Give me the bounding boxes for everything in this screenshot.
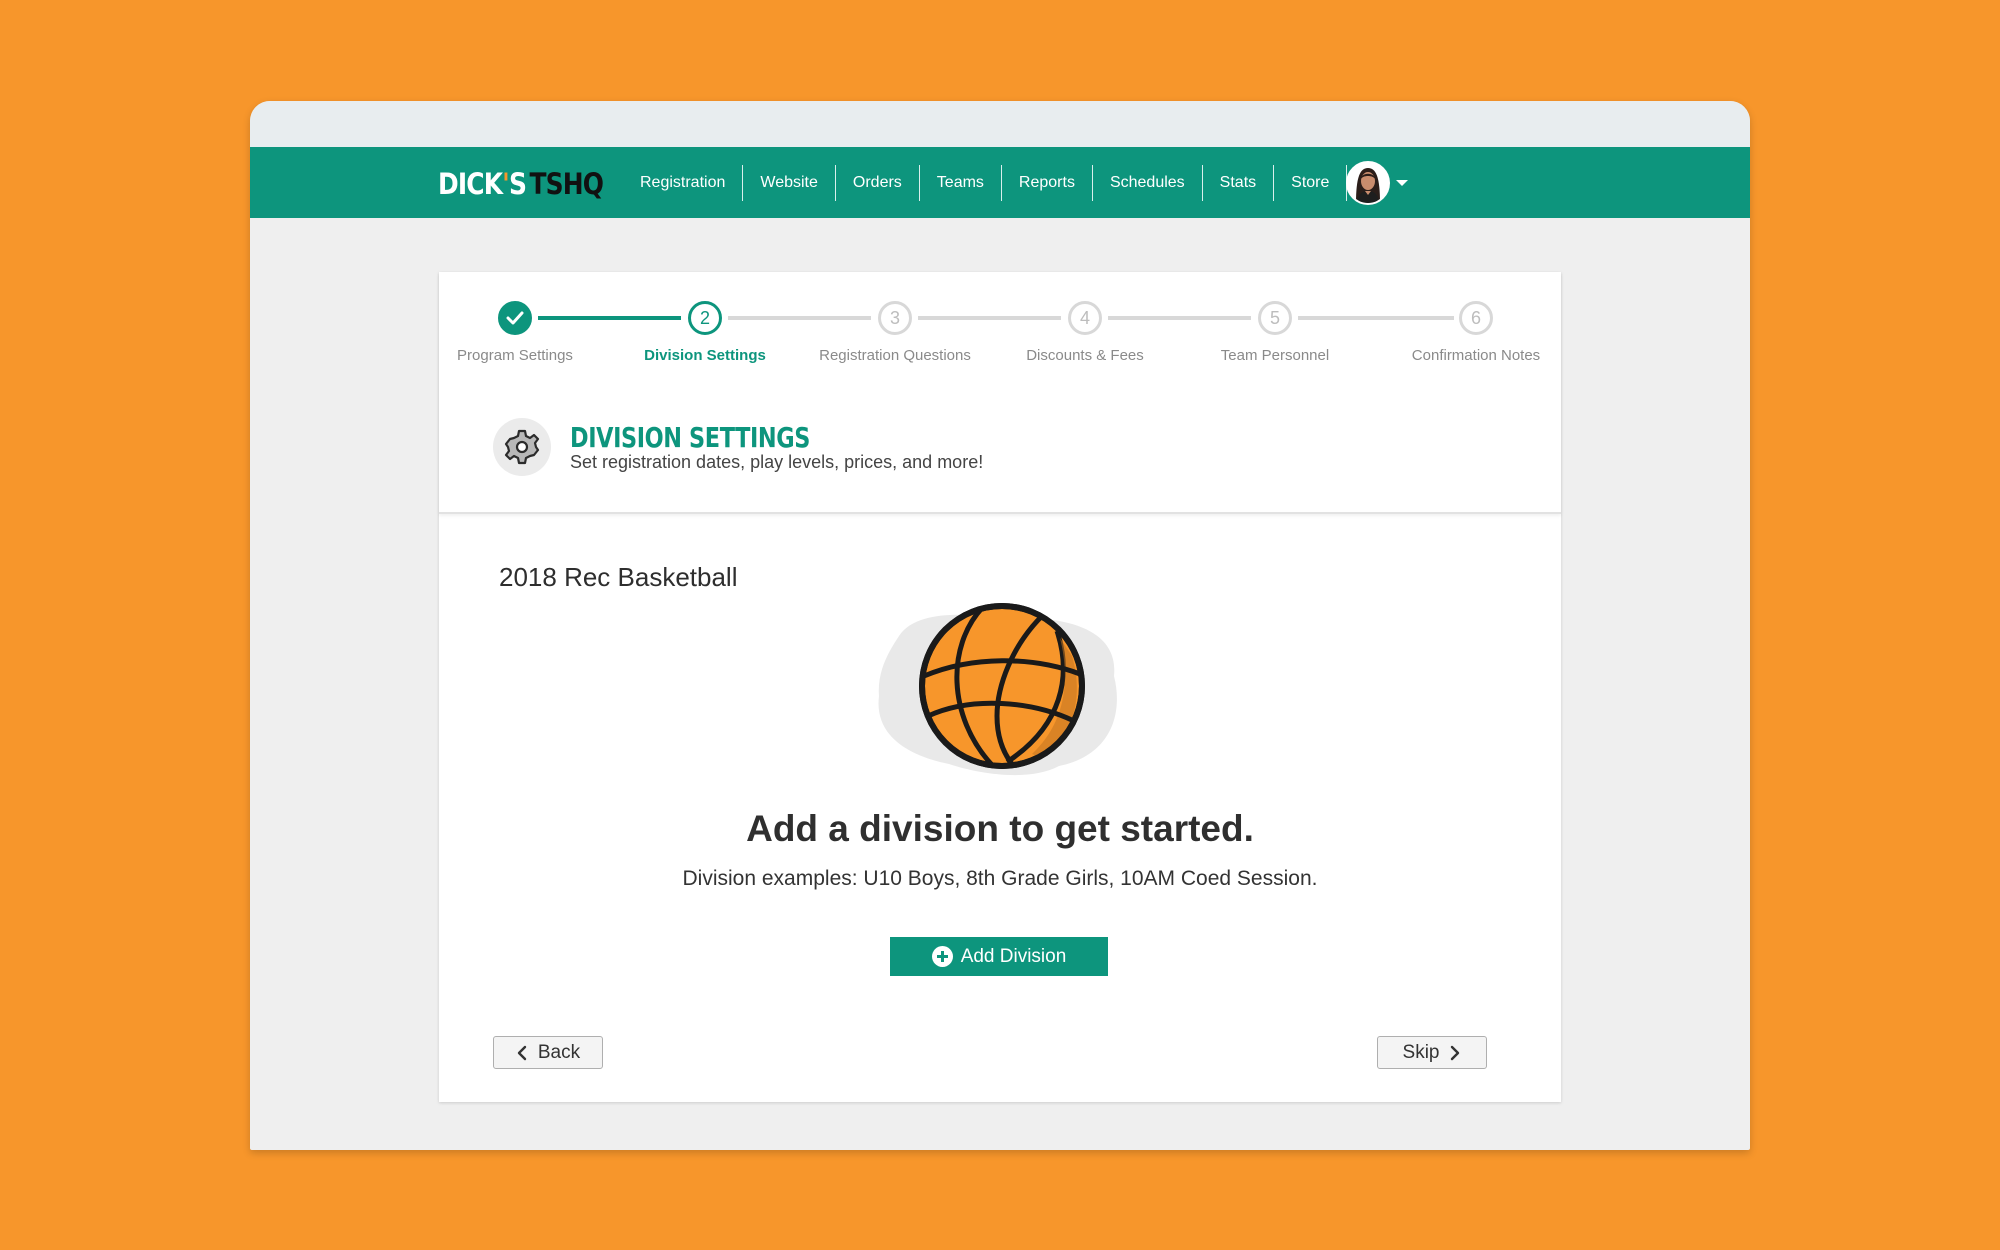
- main-nav: Registration Website Orders Teams Report…: [622, 165, 1348, 201]
- section-subtitle: Set registration dates, play levels, pri…: [570, 452, 984, 472]
- step-label: Division Settings: [644, 347, 766, 364]
- nav-item-orders[interactable]: Orders: [834, 165, 919, 201]
- step-label: Registration Questions: [819, 347, 971, 364]
- avatar[interactable]: [1346, 161, 1390, 205]
- nav-item-schedules[interactable]: Schedules: [1091, 165, 1202, 201]
- user-menu[interactable]: [1346, 161, 1408, 205]
- chevron-down-icon[interactable]: [1396, 180, 1408, 186]
- step-number: 2: [688, 301, 722, 335]
- empty-state-headline: Add a division to get started.: [746, 808, 1254, 849]
- plus-circle-icon: [931, 946, 953, 967]
- wizard-header: Program Settings 2 Division Settings 3 R…: [439, 272, 1561, 514]
- step-number: 3: [878, 301, 912, 335]
- browser-chrome-bar: [250, 101, 1750, 147]
- gear-icon: [493, 418, 551, 476]
- add-division-label: Add Division: [960, 945, 1067, 967]
- step-number: 6: [1459, 301, 1493, 335]
- logo-apostrophe: ': [502, 167, 510, 201]
- nav-item-teams[interactable]: Teams: [918, 165, 1001, 201]
- add-division-button[interactable]: Add Division: [890, 937, 1108, 976]
- brand-logo[interactable]: DICK ' S TSHQ: [438, 167, 604, 201]
- step-label: Program Settings: [457, 347, 573, 364]
- skip-button[interactable]: Skip: [1377, 1036, 1487, 1069]
- step-label: Discounts & Fees: [1026, 347, 1144, 364]
- chevron-right-icon: [1451, 1045, 1460, 1060]
- stepper-connectors: [538, 316, 1454, 320]
- step-label: Confirmation Notes: [1411, 347, 1541, 364]
- logo-text-dick: DICK: [438, 167, 503, 201]
- logo-text-s: S: [508, 167, 527, 201]
- step-number: 4: [1068, 301, 1102, 335]
- logo-text-tshq: TSHQ: [529, 167, 604, 201]
- nav-item-registration[interactable]: Registration: [622, 165, 742, 201]
- browser-window: DICK ' S TSHQ Registration Website Orders T…: [250, 101, 1750, 1150]
- check-icon[interactable]: [498, 301, 532, 335]
- basketball-icon: [869, 596, 1129, 782]
- skip-label: Skip: [1402, 1041, 1440, 1063]
- back-button[interactable]: Back: [493, 1036, 603, 1069]
- nav-item-store[interactable]: Store: [1273, 165, 1346, 201]
- nav-item-reports[interactable]: Reports: [1000, 165, 1092, 201]
- nav-item-website[interactable]: Website: [742, 165, 835, 201]
- empty-state-examples: Division examples: U10 Boys, 8th Grade G…: [682, 867, 1318, 890]
- program-name: 2018 Rec Basketball: [499, 562, 738, 592]
- chevron-left-icon: [517, 1045, 527, 1060]
- nav-item-stats[interactable]: Stats: [1201, 165, 1273, 201]
- step-number: 5: [1258, 301, 1292, 335]
- back-label: Back: [537, 1041, 581, 1063]
- section-title: DIVISION SETTINGS: [570, 421, 810, 454]
- wizard-card: Program Settings 2 Division Settings 3 R…: [439, 272, 1561, 1102]
- top-navbar: DICK ' S TSHQ Registration Website Orders T…: [250, 147, 1750, 218]
- step-label: Team Personnel: [1220, 347, 1330, 364]
